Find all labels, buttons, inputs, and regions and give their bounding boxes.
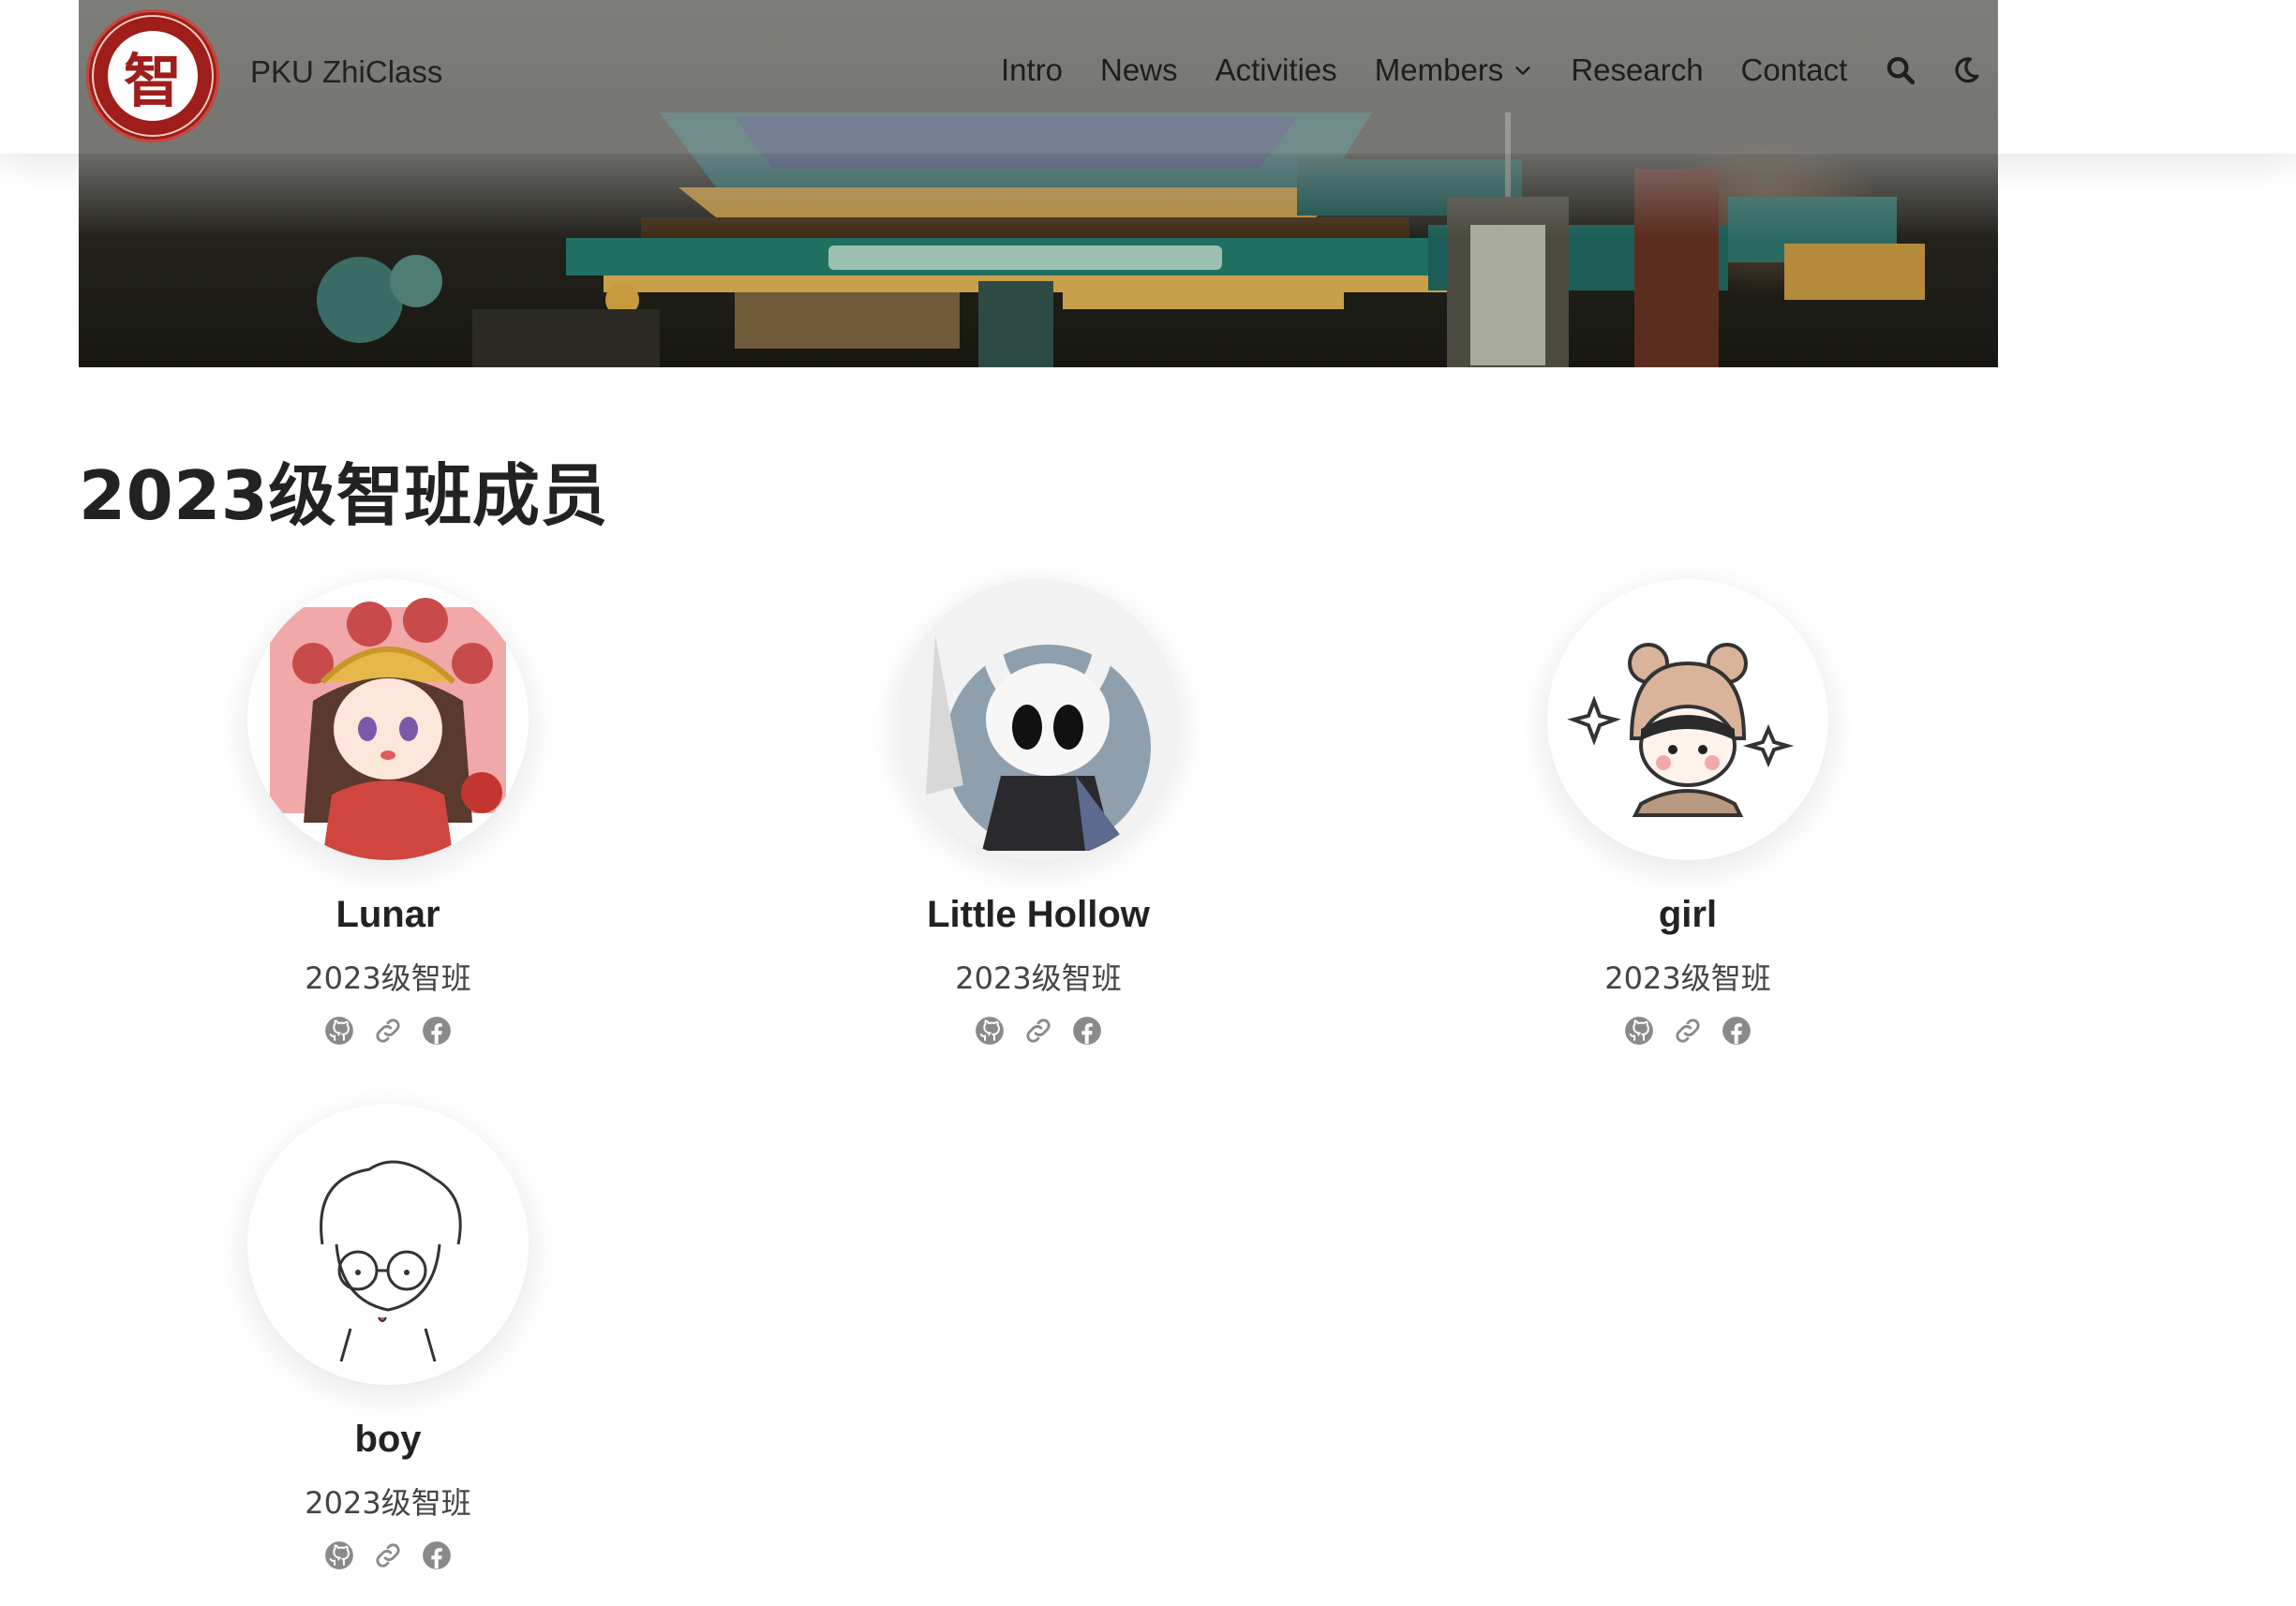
theme-toggle-button[interactable] (1952, 56, 1980, 84)
website-link[interactable] (1672, 1015, 1704, 1047)
member-card: boy 2023级智班 (144, 1104, 632, 1571)
search-button[interactable] (1885, 54, 1916, 86)
facebook-link[interactable] (1721, 1015, 1752, 1047)
member-socials (144, 1539, 632, 1571)
github-icon (1625, 1017, 1653, 1045)
member-name: boy (354, 1419, 422, 1460)
member-card: girl 2023级智班 (1444, 579, 1931, 1047)
member-avatar[interactable] (898, 579, 1179, 860)
member-name: Lunar (335, 894, 440, 935)
member-avatar[interactable] (247, 579, 529, 860)
member-name: Little Hollow (927, 894, 1150, 935)
facebook-link[interactable] (421, 1539, 453, 1571)
boy-sketch-avatar (320, 1160, 462, 1362)
nav-members[interactable]: Members (1375, 52, 1534, 88)
main-nav: Intro News Activities Members Research C… (1001, 52, 1980, 88)
facebook-icon (1073, 1017, 1101, 1045)
member-avatar[interactable] (1547, 579, 1828, 860)
link-icon (1026, 1019, 1051, 1043)
member-role: 2023级智班 (305, 960, 471, 996)
member-role: 2023级智班 (955, 960, 1122, 996)
member-socials (1444, 1015, 1931, 1047)
github-link[interactable] (323, 1539, 355, 1571)
moon-icon (1955, 57, 1979, 83)
link-icon (1676, 1019, 1700, 1043)
member-role: 2023级智班 (1604, 960, 1771, 996)
facebook-link[interactable] (421, 1015, 453, 1047)
nav-intro[interactable]: Intro (1001, 52, 1063, 88)
nav-members-label: Members (1374, 52, 1504, 87)
github-link[interactable] (1623, 1015, 1655, 1047)
nav-news[interactable]: News (1100, 52, 1178, 88)
facebook-icon (423, 1541, 451, 1569)
github-icon (325, 1541, 353, 1569)
member-avatar[interactable] (247, 1104, 529, 1385)
chevron-down-icon (1515, 67, 1530, 75)
member-socials (144, 1015, 632, 1047)
facebook-link[interactable] (1071, 1015, 1103, 1047)
github-link[interactable] (974, 1015, 1006, 1047)
site-logo[interactable]: 智 (86, 9, 219, 142)
page-title: 2023级智班成员 (79, 456, 608, 535)
nav-contact[interactable]: Contact (1741, 52, 1848, 88)
website-link[interactable] (372, 1539, 404, 1571)
member-name: girl (1658, 894, 1718, 935)
github-icon (325, 1017, 353, 1045)
nav-research[interactable]: Research (1571, 52, 1703, 88)
logo-ring (92, 15, 214, 137)
website-link[interactable] (372, 1015, 404, 1047)
github-icon (976, 1017, 1004, 1045)
link-icon (376, 1019, 400, 1043)
facebook-icon (1722, 1017, 1751, 1045)
search-icon (1887, 56, 1916, 85)
facebook-icon (423, 1017, 451, 1045)
navbar-fade (79, 154, 1998, 238)
member-card: Lunar 2023级智班 (144, 579, 632, 1047)
member-card: Little Hollow 2023级智班 (795, 579, 1282, 1047)
github-link[interactable] (323, 1015, 355, 1047)
chibi-girl-avatar (270, 598, 506, 860)
member-role: 2023级智班 (305, 1485, 471, 1521)
hollow-knight-avatar (926, 606, 1151, 851)
site-brand[interactable]: PKU ZhiClass (250, 54, 442, 90)
link-icon (376, 1543, 400, 1568)
website-link[interactable] (1022, 1015, 1054, 1047)
girl-bear-hat-avatar (1567, 643, 1795, 817)
nav-activities[interactable]: Activities (1215, 52, 1337, 88)
member-socials (795, 1015, 1282, 1047)
